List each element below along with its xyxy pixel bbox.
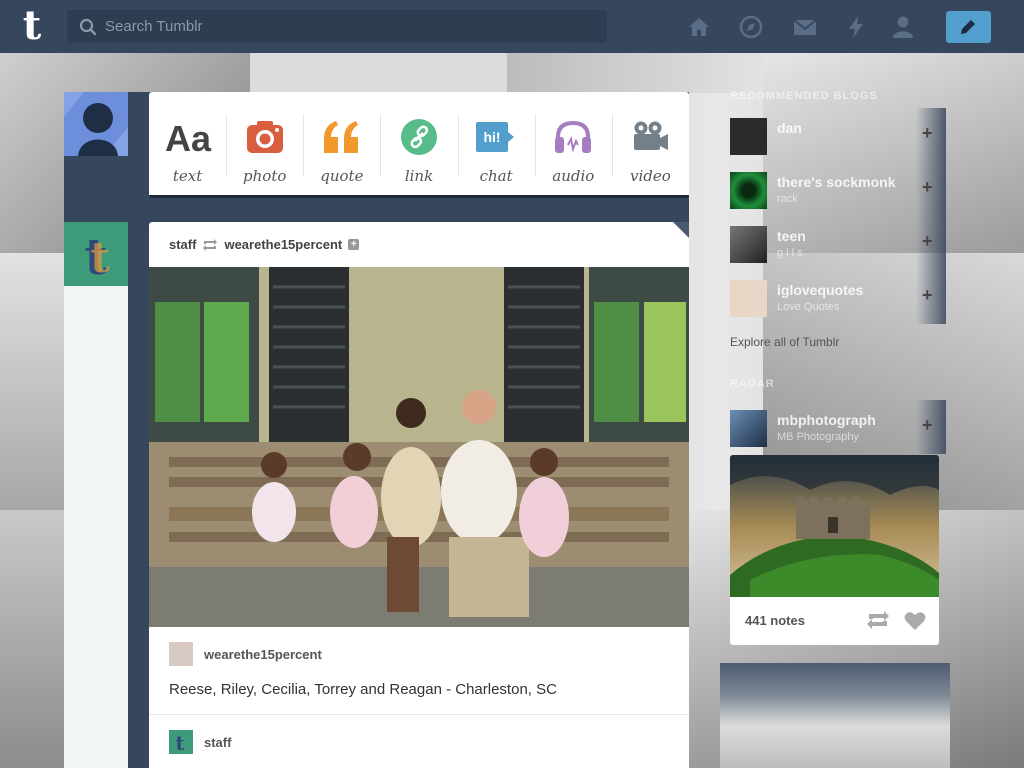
post-type-label: chat bbox=[479, 167, 513, 185]
reblog-trail-row: t staff bbox=[169, 730, 231, 755]
blog-avatar bbox=[730, 226, 767, 263]
blog-avatar bbox=[730, 410, 767, 447]
tumblr-staff-logo-icon: t bbox=[169, 730, 193, 755]
link-icon bbox=[400, 119, 437, 155]
bg-tile bbox=[507, 53, 763, 93]
follow-plus-icon[interactable]: + bbox=[348, 239, 360, 250]
blog-avatar bbox=[730, 280, 767, 317]
top-navigation-bar: t bbox=[0, 0, 1024, 53]
tumblr-logo[interactable]: t bbox=[14, 6, 50, 46]
svg-text:t: t bbox=[90, 233, 110, 282]
search-box bbox=[67, 10, 607, 43]
follow-plus-icon[interactable]: + bbox=[922, 415, 933, 436]
divider bbox=[149, 714, 689, 715]
post-caption: Reese, Riley, Cecilia, Torrey and Reagan… bbox=[169, 681, 557, 698]
my-avatar[interactable] bbox=[64, 92, 128, 156]
svg-text:Aa: Aa bbox=[165, 118, 212, 157]
reblog-trail-name[interactable]: staff bbox=[204, 735, 231, 750]
post-type-label: quote bbox=[320, 167, 364, 185]
follow-plus-icon[interactable]: + bbox=[922, 123, 933, 144]
post-type-label: video bbox=[630, 167, 671, 185]
blog-name: dan bbox=[777, 120, 802, 136]
radar-heading: Radar bbox=[730, 378, 775, 390]
follow-plus-icon[interactable]: + bbox=[922, 177, 933, 198]
follow-plus-icon[interactable]: + bbox=[922, 285, 933, 306]
default-avatar-silhouette-icon bbox=[64, 92, 128, 156]
blog-title: g i l s bbox=[777, 247, 803, 259]
bg-tile bbox=[250, 53, 507, 93]
blog-title: MB Photography bbox=[777, 431, 859, 443]
post-type-link[interactable]: link bbox=[380, 92, 457, 195]
pencil-icon bbox=[961, 20, 975, 34]
recommended-blog-item[interactable]: iglovequotes Love Quotes + bbox=[730, 270, 946, 324]
blog-title: rack bbox=[777, 193, 798, 205]
reblog-icon[interactable] bbox=[866, 611, 890, 629]
recommended-blogs-heading: Recommended Blogs bbox=[730, 90, 878, 102]
quote-icon bbox=[323, 121, 358, 153]
tumblr-staff-logo-icon: t t bbox=[64, 222, 128, 286]
radar-post-card[interactable]: 441 notes bbox=[730, 455, 939, 645]
blog-title: Love Quotes bbox=[777, 301, 840, 313]
svg-text:t: t bbox=[175, 731, 185, 754]
headphones-icon bbox=[555, 120, 592, 153]
dashboard-post: staff wearethe15percent + wearethe15perc… bbox=[149, 222, 689, 768]
post-type-label: text bbox=[172, 167, 203, 185]
post-type-label: audio bbox=[552, 167, 595, 185]
blog-name: teen bbox=[777, 228, 806, 244]
compose-post-button[interactable] bbox=[946, 11, 991, 43]
blog-name: iglovequotes bbox=[777, 282, 864, 298]
activity-lightning-icon[interactable] bbox=[843, 14, 869, 40]
source-avatar[interactable] bbox=[169, 642, 193, 666]
post-type-video[interactable]: video bbox=[611, 92, 689, 195]
recommended-blog-item[interactable]: teen g i l s + bbox=[730, 216, 946, 270]
staff-mini-avatar[interactable]: t bbox=[169, 730, 193, 755]
post-type-photo[interactable]: photo bbox=[226, 92, 303, 195]
recommended-blog-item[interactable]: there's sockmonk rack + bbox=[730, 162, 946, 216]
follow-plus-icon[interactable]: + bbox=[922, 231, 933, 252]
bg-tile bbox=[0, 510, 64, 768]
post-photo-family-on-bench[interactable] bbox=[149, 267, 689, 627]
blog-name: mbphotograph bbox=[777, 412, 876, 428]
blog-avatar bbox=[730, 118, 767, 155]
source-blog-name[interactable]: wearethe15percent bbox=[224, 237, 342, 252]
radar-photo-castle[interactable] bbox=[730, 455, 939, 597]
notes-count[interactable]: 441 notes bbox=[745, 613, 805, 628]
bg-tile bbox=[0, 253, 64, 510]
reblogger-name[interactable]: staff bbox=[169, 237, 196, 252]
post-type-audio[interactable]: audio bbox=[534, 92, 612, 195]
account-person-icon[interactable] bbox=[890, 14, 916, 40]
text-aa-icon: Aa bbox=[165, 118, 212, 157]
post-type-quote[interactable]: quote bbox=[303, 92, 380, 195]
post-type-label: photo bbox=[243, 167, 287, 185]
source-blog-link[interactable]: wearethe15percent bbox=[204, 647, 322, 662]
post-corner-fold bbox=[673, 222, 689, 238]
svg-text:hi!: hi! bbox=[484, 129, 501, 145]
search-icon bbox=[79, 18, 97, 36]
blog-name: there's sockmonk bbox=[777, 174, 896, 190]
home-icon[interactable] bbox=[686, 14, 712, 40]
post-source-row: wearethe15percent bbox=[169, 642, 322, 666]
post-type-chat[interactable]: hi! chat bbox=[457, 92, 535, 195]
explore-all-link[interactable]: Explore all of Tumblr bbox=[730, 335, 839, 349]
post-header: staff wearethe15percent + bbox=[169, 237, 360, 252]
left-gutter bbox=[64, 286, 128, 768]
sidebar-image-strip bbox=[720, 663, 950, 768]
camera-icon bbox=[246, 121, 283, 153]
blog-avatar bbox=[730, 172, 767, 209]
recommended-blog-item[interactable]: dan + bbox=[730, 108, 946, 162]
staff-avatar[interactable]: t t bbox=[64, 222, 128, 286]
heart-like-icon[interactable] bbox=[904, 611, 926, 631]
explore-compass-icon[interactable] bbox=[738, 14, 764, 40]
post-type-bar: Aa text photo quote link hi! chat audio … bbox=[149, 92, 689, 198]
post-type-text[interactable]: Aa text bbox=[149, 92, 226, 195]
post-type-label: link bbox=[404, 167, 434, 185]
radar-blog-item[interactable]: mbphotograph MB Photography + bbox=[730, 400, 946, 454]
reblog-icon bbox=[203, 238, 218, 251]
video-camera-icon bbox=[634, 121, 669, 150]
search-input[interactable] bbox=[105, 10, 595, 43]
inbox-mail-icon[interactable] bbox=[792, 14, 818, 40]
chat-bubble-icon: hi! bbox=[476, 122, 515, 152]
